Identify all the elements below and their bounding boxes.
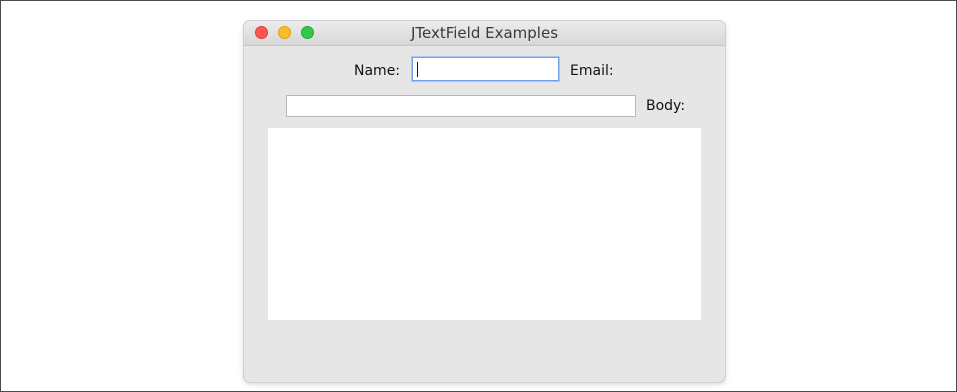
text-caret [417,62,418,77]
screenshot-canvas: JTextField Examples Name: Email: Body: [0,0,957,392]
body-label: Body: [646,98,686,114]
name-field[interactable] [412,57,559,81]
window-title: JTextField Examples [410,24,559,42]
email-label: Email: [570,63,614,79]
body-text-area[interactable] [268,128,701,320]
window-titlebar[interactable]: JTextField Examples [244,21,725,46]
name-label: Name: [354,63,401,79]
email-field[interactable] [286,95,636,117]
app-window: JTextField Examples Name: Email: Body: [244,21,725,382]
